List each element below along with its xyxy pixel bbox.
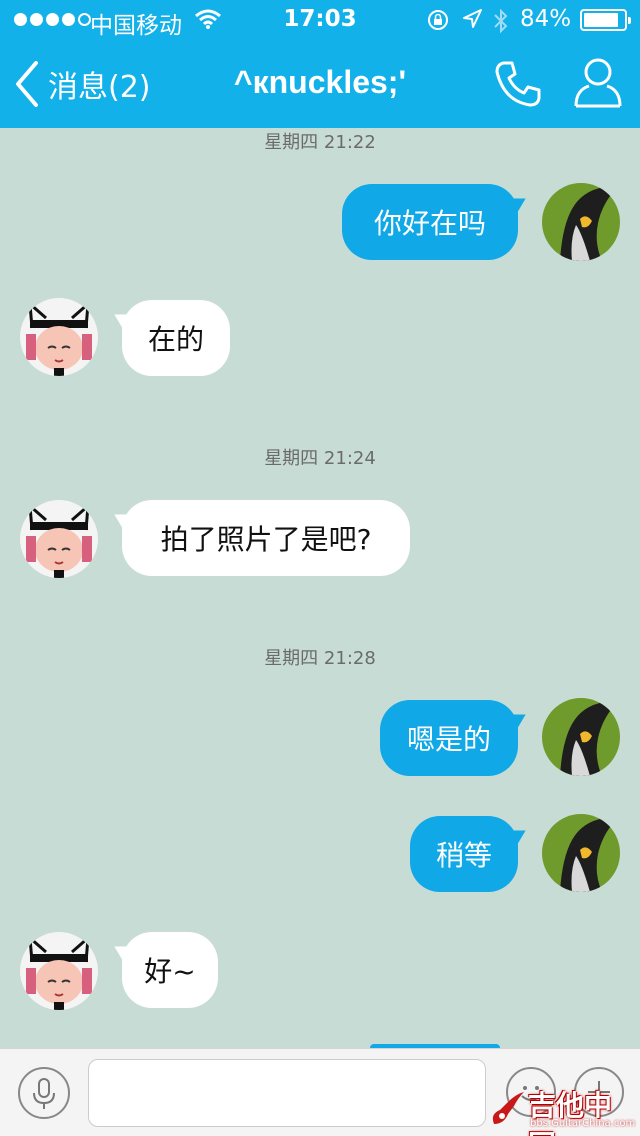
outgoing-message-bubble[interactable]: 嗯是的 (380, 700, 518, 776)
bluetooth-icon (493, 8, 509, 38)
outgoing-message-bubble[interactable]: 你好在吗 (342, 184, 518, 260)
battery-icon (580, 9, 631, 31)
microphone-icon[interactable] (18, 1067, 70, 1119)
battery-percent: 84% (520, 6, 572, 32)
timestamp: 星期四 21:28 (264, 648, 376, 669)
cat-girl-avatar[interactable] (20, 932, 98, 1010)
watermark-url: bbs.GuitarChina.com (530, 1118, 636, 1129)
chat-title: ^кnuckles;' (233, 64, 407, 100)
location-icon (461, 8, 483, 34)
penguin-avatar[interactable] (542, 183, 620, 261)
message-input[interactable] (88, 1059, 486, 1127)
cat-girl-avatar[interactable] (20, 298, 98, 376)
watermark: 吉他中国 bbs.GuitarChina.com (488, 1084, 638, 1136)
profile-icon[interactable] (572, 56, 624, 110)
penguin-avatar[interactable] (542, 698, 620, 776)
timestamp: 星期四 21:24 (264, 448, 376, 469)
status-bar: 中国移动 17:03 84% (0, 0, 640, 40)
incoming-message-bubble[interactable]: 拍了照片了是吧? (122, 500, 410, 576)
penguin-avatar[interactable] (542, 814, 620, 892)
guitar-logo-icon (492, 1092, 524, 1124)
phone-icon[interactable] (492, 58, 544, 110)
incoming-message-bubble[interactable]: 在的 (122, 300, 230, 376)
outgoing-message-bubble[interactable]: 稍等 (410, 816, 518, 892)
timestamp: 星期四 21:22 (264, 132, 376, 153)
cat-girl-avatar[interactable] (20, 500, 98, 578)
incoming-message-bubble[interactable]: 好~ (122, 932, 218, 1008)
nav-bar: 消息(2) ^кnuckles;' (0, 40, 640, 128)
rotation-lock-icon (426, 8, 450, 36)
